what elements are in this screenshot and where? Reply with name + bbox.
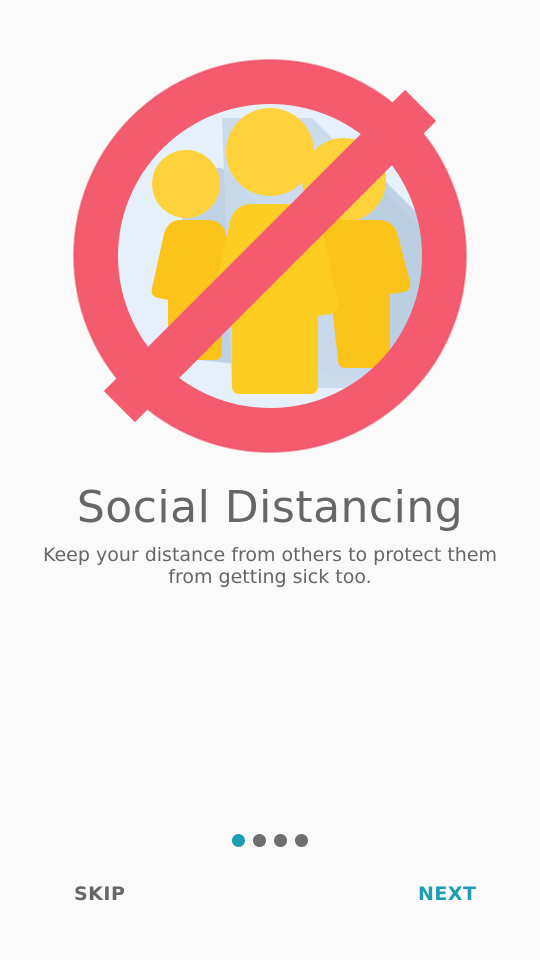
page-indicator-dot-3[interactable]	[274, 834, 287, 847]
page-description: Keep your distance from others to protec…	[42, 544, 498, 588]
page-indicator-dot-1[interactable]	[232, 834, 245, 847]
next-button[interactable]: NEXT	[418, 880, 477, 908]
skip-button[interactable]: SKIP	[74, 880, 125, 908]
onboarding-screen: Social Distancing Keep your distance fro…	[0, 0, 540, 960]
no-crowds-icon	[73, 59, 467, 453]
page-indicator-dot-2[interactable]	[253, 834, 266, 847]
page-indicator	[0, 834, 540, 847]
page-indicator-dot-4[interactable]	[295, 834, 308, 847]
page-title: Social Distancing	[76, 482, 464, 533]
